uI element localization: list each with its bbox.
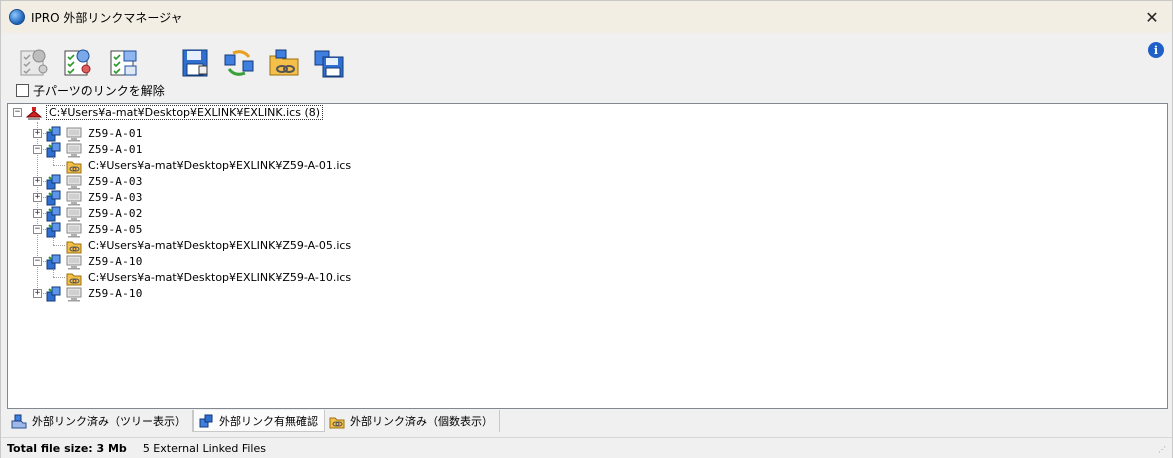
tree-connector-line (53, 277, 65, 278)
expand-toggle[interactable]: + (33, 289, 42, 298)
relink-icon (224, 50, 254, 76)
part-icon (46, 254, 61, 270)
computer-icon (66, 223, 82, 238)
count-view-icon (329, 417, 345, 429)
tree-node-3-label[interactable]: Z59-A-03 (88, 175, 143, 188)
tab-link-check-label: 外部リンク有無確認 (219, 414, 318, 428)
save-icon (182, 49, 208, 77)
tree-node-5-label[interactable]: Z59-A-02 (88, 207, 143, 220)
computer-icon (66, 287, 82, 302)
tab-tree-view-label: 外部リンク済み（ツリー表示） (32, 415, 186, 428)
unlink-children-option[interactable]: 子パーツのリンクを解除 (16, 82, 165, 99)
check-list-icon (110, 50, 137, 76)
tree-connector-line (53, 245, 65, 246)
computer-icon (66, 127, 82, 142)
tree-node-6-label[interactable]: Z59-A-05 (88, 223, 143, 236)
window-title: IPRO 外部リンクマネージャ (31, 11, 183, 25)
assembly-root-icon (26, 107, 42, 120)
tree-node-7-file-path[interactable]: C:¥Users¥a-mat¥Desktop¥EXLINK¥Z59-A-10.i… (88, 271, 351, 284)
tree-node-2-label[interactable]: Z59-A-01 (88, 143, 143, 156)
part-icon (46, 206, 61, 222)
expand-toggle[interactable]: + (33, 129, 42, 138)
expand-toggle[interactable]: + (33, 193, 42, 202)
root-label[interactable]: C:¥Users¥a-mat¥Desktop¥EXLINK¥EXLINK.ics… (46, 105, 324, 120)
tree-node-1-label[interactable]: Z59-A-01 (88, 127, 143, 140)
tab-count-view-label: 外部リンク済み（個数表示） (350, 415, 493, 428)
collapse-toggle[interactable]: − (33, 225, 42, 234)
relink-button[interactable] (221, 45, 257, 81)
tree-node-6-file-path[interactable]: C:¥Users¥a-mat¥Desktop¥EXLINK¥Z59-A-05.i… (88, 239, 351, 252)
link-check-icon (199, 414, 213, 427)
tree-connector-line (53, 237, 54, 245)
link-tree[interactable]: − C:¥Users¥a-mat¥Desktop¥EXLINK¥EXLINK.i… (7, 103, 1168, 409)
collapse-toggle[interactable]: − (33, 145, 42, 154)
tree-connector-line (53, 269, 54, 277)
part-icon (46, 142, 61, 158)
check-links-disabled-icon (20, 49, 48, 76)
computer-icon (66, 175, 82, 190)
link-manager-window: IPRO 外部リンクマネージャ ✕ i 子パーツのリンクを解除 − C:¥Use… (0, 0, 1173, 458)
tree-connector-line (53, 165, 65, 166)
save-copy-icon (314, 50, 344, 78)
status-bar: Total file size: 3 Mb 5 External Linked … (1, 437, 1172, 458)
collapse-toggle[interactable]: − (33, 257, 42, 266)
check-links-button[interactable] (59, 45, 95, 81)
tab-link-check[interactable]: 外部リンク有無確認 (193, 410, 325, 432)
title-bar: IPRO 外部リンクマネージャ ✕ (1, 1, 1172, 33)
expand-toggle[interactable]: + (33, 209, 42, 218)
save-copy-button[interactable] (311, 45, 347, 81)
linked-file-folder-icon (66, 161, 82, 174)
check-links-icon (64, 49, 91, 76)
tree-node-4-label[interactable]: Z59-A-03 (88, 191, 143, 204)
linked-file-count: 5 External Linked Files (142, 441, 266, 455)
computer-icon (66, 207, 82, 222)
root-collapse-toggle[interactable]: − (13, 108, 22, 117)
expand-toggle[interactable]: + (33, 177, 42, 186)
computer-icon (66, 143, 82, 158)
info-icon[interactable]: i (1148, 42, 1164, 58)
part-icon (46, 126, 61, 142)
resize-grip[interactable]: ⋰ (1158, 445, 1168, 455)
tree-node-7-label[interactable]: Z59-A-10 (88, 255, 143, 268)
part-icon (46, 222, 61, 238)
part-icon (46, 286, 61, 302)
save-button[interactable] (178, 45, 214, 81)
tab-count-view[interactable]: 外部リンク済み（個数表示） (325, 410, 500, 432)
tree-view-icon (11, 414, 27, 429)
tree-node-8-label[interactable]: Z59-A-10 (88, 287, 143, 300)
part-icon (46, 190, 61, 206)
linked-file-folder-icon (66, 241, 82, 254)
app-icon (9, 9, 25, 25)
computer-icon (66, 255, 82, 270)
view-tabs: 外部リンク済み（ツリー表示） 外部リンク有無確認 外部リンク済み（個数表示） (7, 410, 500, 432)
computer-icon (66, 191, 82, 206)
tab-tree-view[interactable]: 外部リンク済み（ツリー表示） (7, 410, 193, 432)
close-button[interactable]: ✕ (1140, 5, 1164, 29)
total-file-size: Total file size: 3 Mb (7, 441, 127, 455)
open-folder-link-icon (269, 49, 299, 76)
check-list-button[interactable] (105, 45, 141, 81)
open-folder-link-button[interactable] (266, 45, 302, 81)
unlink-children-checkbox[interactable] (16, 84, 29, 97)
tree-node-2-file-path[interactable]: C:¥Users¥a-mat¥Desktop¥EXLINK¥Z59-A-01.i… (88, 159, 351, 172)
linked-file-folder-icon (66, 273, 82, 286)
unlink-children-label: 子パーツのリンクを解除 (33, 84, 165, 98)
toolbar: i 子パーツのリンクを解除 (1, 33, 1172, 103)
check-links-disabled-button[interactable] (15, 45, 51, 81)
part-icon (46, 174, 61, 190)
tree-connector-line (53, 157, 54, 165)
